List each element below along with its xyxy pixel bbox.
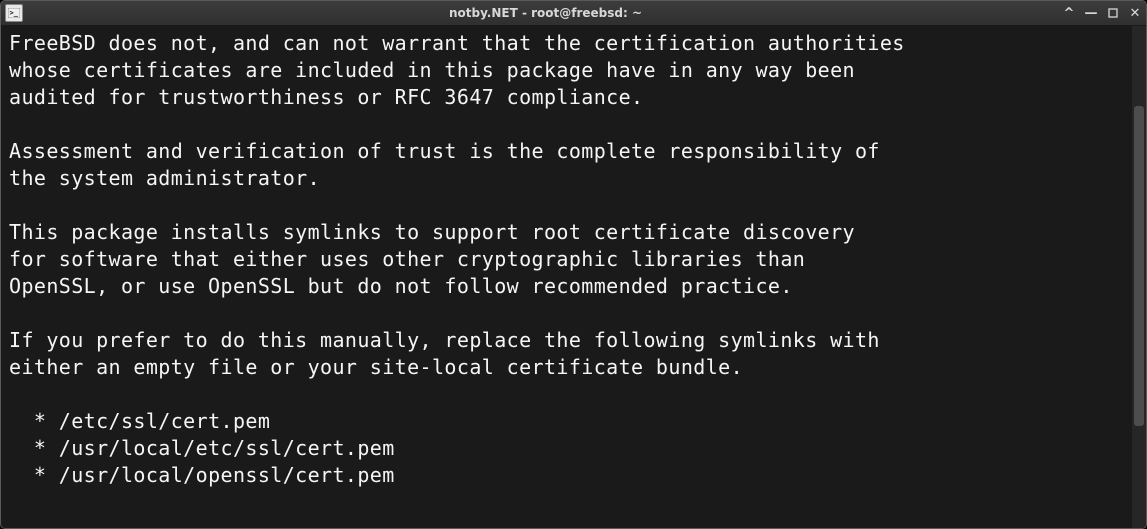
terminal-app-icon: >_ [5,4,23,22]
close-button[interactable]: ✕ [1128,6,1142,20]
titlebar[interactable]: >_ notby.NET - root@freebsd: ~ ^ — ✕ [1,1,1146,26]
window-controls: ^ — ✕ [1062,6,1142,20]
terminal-window: >_ notby.NET - root@freebsd: ~ ^ — ✕ Fre… [0,0,1147,529]
window-title: notby.NET - root@freebsd: ~ [29,6,1062,20]
svg-text:>_: >_ [10,9,19,17]
terminal-area: FreeBSD does not, and can not warrant th… [1,26,1146,528]
rollup-button[interactable]: ^ [1062,6,1076,20]
scrollbar-thumb[interactable] [1134,106,1144,426]
maximize-button[interactable] [1106,6,1120,20]
minimize-button[interactable]: — [1084,6,1098,20]
scrollbar[interactable] [1132,26,1146,528]
terminal-output[interactable]: FreeBSD does not, and can not warrant th… [1,26,1132,528]
